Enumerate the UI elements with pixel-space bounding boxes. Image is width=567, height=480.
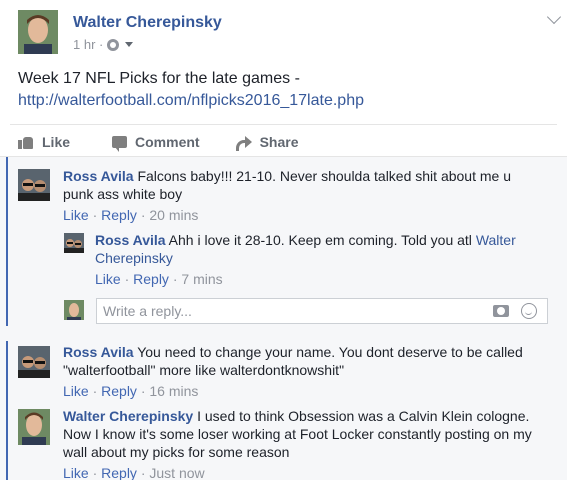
comment-reply-link[interactable]: Reply [101,383,137,399]
reply-like-link[interactable]: Like [95,271,121,287]
comment-time[interactable]: Just now [149,465,204,480]
comment-icon [112,136,128,152]
like-button[interactable]: Like [18,134,70,150]
post-time[interactable]: 1 hr · [73,37,103,52]
reply-author[interactable]: Ross Avila [95,232,166,248]
emoji-icon[interactable] [521,303,537,319]
comment-time[interactable]: 16 mins [149,383,198,399]
share-icon [235,136,252,151]
reply-actions: Like · Reply · 7 mins [95,271,223,287]
post-author-name[interactable]: Walter Cherepinsky [73,14,222,32]
comment-actions: Like · Reply · 20 mins [63,207,199,223]
author-avatar[interactable] [18,10,58,54]
commenter-avatar[interactable] [18,169,50,201]
post-text: Week 17 NFL Picks for the late games - h… [18,68,548,112]
comment-author[interactable]: Ross Avila [63,168,134,184]
thread-indicator [6,157,8,326]
post-link[interactable]: http://walterfootball.com/nflpicks2016_1… [18,90,548,112]
reply-input[interactable]: Write a reply... [96,298,548,324]
comment: Ross Avila You need to change your name.… [63,343,543,400]
comment-author[interactable]: Ross Avila [63,344,134,360]
comment: Ross Avila Falcons baby!!! 21-10. Never … [63,167,543,224]
comment-like-link[interactable]: Like [63,207,89,223]
comment-time[interactable]: 20 mins [149,207,198,223]
reply-reply-link[interactable]: Reply [133,271,169,287]
comment-author[interactable]: Walter Cherepinsky [63,408,193,424]
commenter-avatar[interactable] [18,409,50,445]
reply-input-placeholder: Write a reply... [103,303,192,319]
viewer-avatar [64,300,84,320]
comments-section: Ross Avila Falcons baby!!! 21-10. Never … [0,156,567,480]
share-button[interactable]: Share [235,134,299,151]
audience-caret-icon[interactable] [125,42,134,47]
comment-actions: Like · Reply · 16 mins [63,383,199,399]
like-label: Like [42,134,71,150]
comment-button[interactable]: Comment [112,134,200,152]
reply-text: Ahh i love it 28-10. Keep em coming. Tol… [168,232,472,248]
commenter-avatar[interactable] [18,346,50,378]
divider [10,124,557,125]
reply-avatar[interactable] [64,233,84,253]
comment-reply-link[interactable]: Reply [101,207,137,223]
comment: Walter Cherepinsky I used to think Obses… [63,407,553,480]
thread-indicator [6,341,8,480]
globe-icon [107,38,120,51]
post-action-bar: Like Comment Share [18,128,299,156]
camera-icon[interactable] [493,305,509,317]
post-body: Week 17 NFL Picks for the late games - [18,70,300,87]
comment-label: Comment [135,134,200,150]
post-options-chevron-icon[interactable] [546,9,562,25]
comment-like-link[interactable]: Like [63,383,89,399]
comment-reply-link[interactable]: Reply [101,465,137,480]
reply-comment: Ross Avila Ahh i love it 28-10. Keep em … [95,231,535,288]
share-label: Share [259,134,299,150]
post-meta: 1 hr · [73,37,134,52]
reply-time[interactable]: 7 mins [181,271,222,287]
thumbs-up-icon [18,135,34,149]
comment-actions: Like · Reply · Just now [63,465,205,480]
comment-like-link[interactable]: Like [63,465,89,480]
